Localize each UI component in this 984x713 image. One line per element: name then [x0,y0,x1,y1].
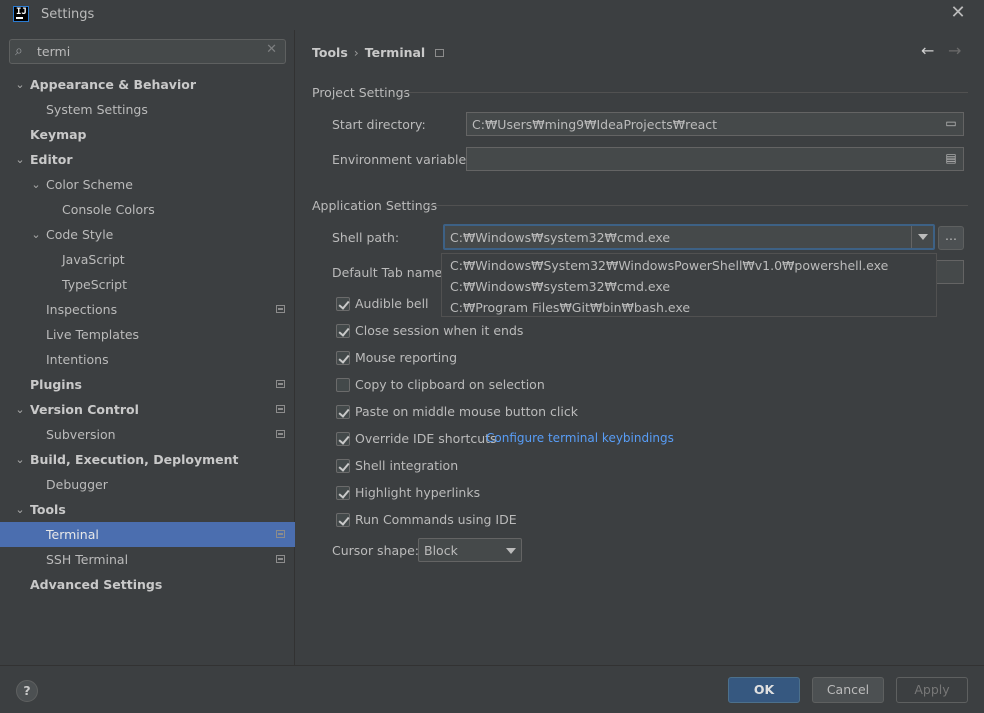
shell-path-dropdown-list: C:₩Windows₩System32₩WindowsPowerShell₩v1… [441,253,937,317]
breadcrumb-current: Terminal [364,45,426,60]
chevron-down-icon[interactable]: ⌄ [14,497,26,522]
folder-icon[interactable]: ▭ [944,117,958,130]
copy-on-selection-checkbox[interactable] [336,378,350,392]
application-settings-title: Application Settings [312,198,438,213]
tree-item-typescript[interactable]: TypeScript [0,272,295,297]
audible-bell-checkbox[interactable] [336,297,350,311]
tree-item-code-style[interactable]: ⌄ Code Style [0,222,295,247]
chevron-down-icon[interactable]: ⌄ [14,72,26,97]
tree-item-tools[interactable]: ⌄ Tools [0,497,295,522]
search-field[interactable]: ⌕ ✕ [9,39,286,64]
breadcrumb-separator: › [353,45,359,60]
chevron-down-icon[interactable]: ⌄ [14,147,26,172]
project-settings-icon [276,530,285,538]
configure-keybindings-link[interactable]: Configure terminal keybindings [486,431,674,445]
group-divider [403,92,968,93]
close-session-checkbox[interactable] [336,324,350,338]
start-directory-field[interactable]: C:₩Users₩ming9₩IdeaProjects₩react ▭ [466,112,964,136]
tree-item-system-settings[interactable]: System Settings [0,97,295,122]
window-title: Settings [41,7,95,22]
tree-item-console-colors[interactable]: Console Colors [0,197,295,222]
cursor-shape-select[interactable]: Block [418,538,522,562]
dropdown-arrow-icon[interactable] [911,226,933,248]
tree-item-intentions[interactable]: Intentions [0,347,295,372]
close-icon[interactable]: ✕ [950,4,966,22]
dialog-footer: ? OK Cancel Apply [0,665,984,713]
tree-item-terminal[interactable]: Terminal [0,522,295,547]
clear-search-icon[interactable]: ✕ [266,42,277,57]
tree-item-color-scheme[interactable]: ⌄ Color Scheme [0,172,295,197]
chevron-down-icon[interactable]: ⌄ [14,447,26,472]
breadcrumb-parent[interactable]: Tools [312,45,348,60]
tree-item-inspections[interactable]: Inspections [0,297,295,322]
search-input[interactable] [37,43,267,60]
paste-middle-click-checkbox[interactable] [336,405,350,419]
chevron-down-icon[interactable]: ⌄ [30,222,42,247]
environment-variables-field[interactable]: ▤ [466,147,964,171]
document-icon[interactable]: ▤ [944,152,958,165]
settings-sidebar: ⌕ ✕ ⌄Appearance & Behavior System Settin… [0,30,295,665]
project-settings-icon [276,555,285,563]
group-divider [427,205,968,206]
shell-path-combo[interactable]: C:₩Windows₩system32₩cmd.exe [443,224,935,250]
chevron-down-icon [506,548,516,554]
intellij-logo-icon: IJ [13,6,29,22]
tree-item-advanced-settings[interactable]: Advanced Settings [0,572,295,597]
start-directory-label: Start directory: [332,117,426,132]
project-settings-icon [276,305,285,313]
apply-button[interactable]: Apply [896,677,968,703]
tree-item-build-execution-deployment[interactable]: ⌄ Build, Execution, Deployment [0,447,295,472]
tree-item-ssh-terminal[interactable]: SSH Terminal [0,547,295,572]
shell-option[interactable]: C:₩Windows₩System32₩WindowsPowerShell₩v1… [450,258,888,273]
tree-item-debugger[interactable]: Debugger [0,472,295,497]
ok-button[interactable]: OK [728,677,800,703]
highlight-hyperlinks-checkbox[interactable] [336,486,350,500]
settings-tree: ⌄ Appearance & Behavior System Settings K… [0,72,295,597]
search-icon: ⌕ [15,43,23,59]
tree-item-version-control[interactable]: ⌄ Version Control [0,397,295,422]
shell-integration-checkbox[interactable] [336,459,350,473]
chevron-down-icon[interactable]: ⌄ [14,397,26,422]
tree-item-editor[interactable]: ⌄ Editor [0,147,295,172]
help-button[interactable]: ? [16,680,38,702]
forward-arrow-icon[interactable]: → [948,41,961,60]
shell-option[interactable]: C:₩Program Files₩Git₩bin₩bash.exe [450,300,690,315]
environment-variables-label: Environment variables: [332,152,477,167]
mouse-reporting-checkbox[interactable] [336,351,350,365]
tree-item-plugins[interactable]: Plugins [0,372,295,397]
settings-content: Tools › Terminal ← → Project Settings Star… [296,30,984,665]
title-bar: IJ Settings ✕ [0,0,984,30]
project-settings-title: Project Settings [312,85,411,100]
chevron-down-icon[interactable]: ⌄ [30,172,42,197]
project-settings-icon [276,380,285,388]
breadcrumb: Tools › Terminal [312,45,445,60]
tree-item-subversion[interactable]: Subversion [0,422,295,447]
project-settings-icon [276,430,285,438]
shell-option[interactable]: C:₩Windows₩system32₩cmd.exe [450,279,670,294]
tree-item-keymap[interactable]: Keymap [0,122,295,147]
project-settings-icon [276,405,285,413]
default-tab-name-label: Default Tab name: [332,265,447,280]
run-commands-ide-checkbox[interactable] [336,513,350,527]
cancel-button[interactable]: Cancel [812,677,884,703]
tree-item-appearance-behavior[interactable]: ⌄ Appearance & Behavior [0,72,295,97]
cursor-shape-label: Cursor shape: [332,543,419,558]
shell-path-label: Shell path: [332,230,400,245]
override-ide-shortcuts-checkbox[interactable] [336,432,350,446]
back-arrow-icon[interactable]: ← [921,41,934,60]
browse-button[interactable]: ... [938,226,964,250]
project-settings-icon [435,49,445,57]
tree-item-javascript[interactable]: JavaScript [0,247,295,272]
tree-item-live-templates[interactable]: Live Templates [0,322,295,347]
